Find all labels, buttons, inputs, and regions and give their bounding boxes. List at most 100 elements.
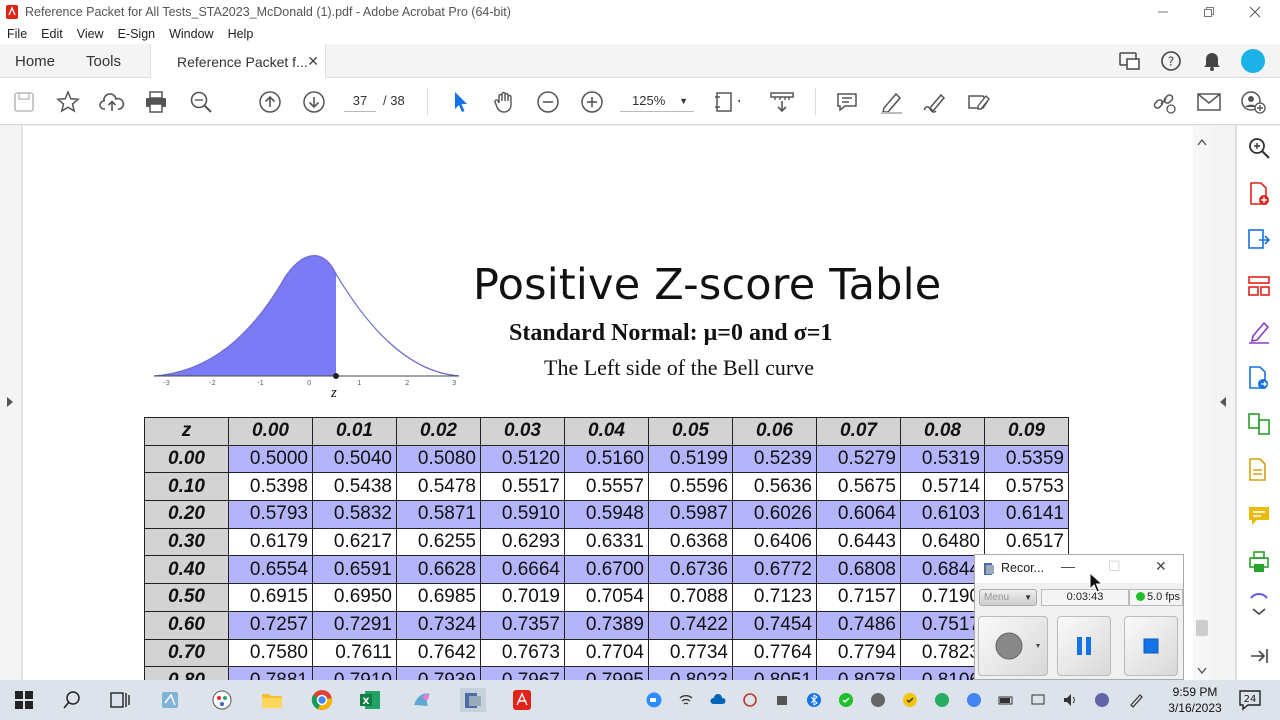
task-view-icon[interactable] bbox=[108, 688, 132, 712]
email-icon[interactable] bbox=[1195, 88, 1223, 116]
user-avatar[interactable] bbox=[1240, 48, 1266, 74]
display-tray-icon[interactable] bbox=[1030, 692, 1046, 708]
right-panel-toggle[interactable] bbox=[1211, 126, 1236, 680]
hand-tool-icon[interactable] bbox=[490, 88, 518, 116]
upload-cloud-icon[interactable] bbox=[98, 88, 126, 116]
recorder-close-icon[interactable]: ✕ bbox=[1155, 558, 1167, 575]
table-cell: 0.7357 bbox=[480, 610, 565, 640]
scroll-up-icon[interactable] bbox=[1197, 138, 1207, 146]
table-cell: 0.5871 bbox=[396, 500, 481, 529]
recorder-taskbar-icon[interactable] bbox=[460, 688, 486, 712]
recorder-menu-dropdown[interactable]: Menu ▼ bbox=[979, 589, 1037, 606]
zoom-app-tray-icon[interactable] bbox=[646, 692, 662, 708]
menu-edit[interactable]: Edit bbox=[41, 27, 63, 41]
zoom-level-select[interactable]: 125% ▼ bbox=[620, 90, 694, 112]
add-user-icon[interactable] bbox=[1239, 88, 1267, 116]
taskbar-paint-app-icon[interactable] bbox=[210, 688, 234, 712]
sync-tray-icon[interactable] bbox=[742, 692, 758, 708]
taskbar-search-icon[interactable] bbox=[60, 688, 84, 712]
table-cell: 0.6985 bbox=[396, 583, 481, 612]
table-cell: 0.5239 bbox=[732, 444, 817, 474]
security-tray-icon[interactable] bbox=[838, 692, 854, 708]
network-tray-icon[interactable] bbox=[870, 692, 886, 708]
notifications-bell-icon[interactable] bbox=[1199, 48, 1225, 74]
battery-tray-icon[interactable] bbox=[998, 692, 1014, 708]
taskbar-clock[interactable]: 9:59 PM 3/16/2023 bbox=[1160, 684, 1230, 716]
minimize-button[interactable] bbox=[1140, 0, 1186, 24]
close-window-button[interactable] bbox=[1232, 0, 1278, 24]
comment-icon[interactable] bbox=[833, 88, 861, 116]
help-icon[interactable]: ? bbox=[1158, 48, 1184, 74]
table-cell: 0.5910 bbox=[480, 500, 565, 529]
zoom-out-icon[interactable] bbox=[534, 88, 562, 116]
chrome-tray-icon[interactable] bbox=[966, 692, 982, 708]
recorder-minimize-icon[interactable]: — bbox=[1061, 558, 1075, 574]
create-pdf-icon[interactable] bbox=[1247, 182, 1271, 206]
bluetooth-tray-icon[interactable] bbox=[806, 692, 822, 708]
stop-button[interactable] bbox=[1124, 616, 1178, 676]
page-fit-icon[interactable] bbox=[712, 88, 740, 116]
tab-home[interactable]: Home bbox=[15, 44, 55, 78]
share-link-icon[interactable] bbox=[1150, 88, 1178, 116]
pen-tray-icon[interactable] bbox=[1128, 692, 1144, 708]
select-cursor-icon[interactable] bbox=[446, 88, 474, 116]
share-screen-icon[interactable] bbox=[1117, 48, 1143, 74]
scroll-down-icon[interactable] bbox=[1197, 667, 1207, 675]
norton-tray-icon[interactable] bbox=[902, 692, 918, 708]
tab-document[interactable]: Reference Packet f... ✕ bbox=[150, 44, 326, 79]
scroll-mode-icon[interactable] bbox=[768, 88, 796, 116]
green-app-tray-icon[interactable] bbox=[934, 692, 950, 708]
draw-freehand-icon[interactable] bbox=[921, 88, 949, 116]
recorder-title-bar[interactable]: Recor... — ☐ ✕ bbox=[975, 555, 1183, 583]
menu-window[interactable]: Window bbox=[169, 27, 213, 41]
menu-help[interactable]: Help bbox=[228, 27, 254, 41]
send-for-review-icon[interactable] bbox=[1247, 366, 1271, 390]
notification-center-icon[interactable]: 24 bbox=[1238, 688, 1262, 712]
scan-ocr-icon[interactable] bbox=[1247, 458, 1271, 482]
windows-start-icon[interactable] bbox=[12, 688, 36, 712]
previous-page-icon[interactable] bbox=[256, 88, 284, 116]
print-production-icon[interactable] bbox=[1247, 550, 1271, 574]
tab-tools[interactable]: Tools bbox=[86, 44, 121, 78]
save-icon[interactable] bbox=[10, 88, 38, 116]
acrobat-taskbar-icon[interactable] bbox=[510, 688, 534, 712]
usb-tray-icon[interactable] bbox=[774, 692, 790, 708]
table-cell: 0.7734 bbox=[648, 638, 733, 668]
zoom-search-icon[interactable] bbox=[187, 88, 215, 116]
wifi-tray-icon[interactable] bbox=[678, 692, 694, 708]
close-tab-icon[interactable]: ✕ bbox=[307, 53, 319, 70]
record-button[interactable] bbox=[978, 616, 1048, 676]
comment-tool-icon[interactable] bbox=[1247, 504, 1271, 528]
organize-pages-icon[interactable] bbox=[1247, 274, 1271, 298]
menu-file[interactable]: File bbox=[7, 27, 27, 41]
page-number-input[interactable]: 37 bbox=[344, 90, 376, 112]
collapse-panel-icon[interactable] bbox=[1247, 644, 1271, 668]
onedrive-tray-icon[interactable] bbox=[710, 692, 726, 708]
compare-files-icon[interactable] bbox=[1247, 412, 1271, 436]
paint-3d-icon[interactable] bbox=[410, 688, 434, 712]
menu-view[interactable]: View bbox=[77, 27, 104, 41]
next-page-icon[interactable] bbox=[300, 88, 328, 116]
volume-tray-icon[interactable] bbox=[1062, 692, 1078, 708]
table-cell: 0.6103 bbox=[900, 500, 985, 529]
taskbar-app-pinned-icon[interactable] bbox=[158, 688, 182, 712]
fill-sign-icon[interactable] bbox=[965, 88, 993, 116]
vertical-scrollbar[interactable] bbox=[1193, 126, 1211, 680]
zoom-in-icon[interactable] bbox=[578, 88, 606, 116]
pause-button[interactable] bbox=[1057, 616, 1111, 676]
restore-button[interactable] bbox=[1186, 0, 1232, 24]
fill-sign-tool-icon[interactable] bbox=[1247, 320, 1271, 344]
search-icon[interactable] bbox=[1247, 136, 1271, 160]
scroll-thumb[interactable] bbox=[1196, 620, 1208, 636]
print-icon[interactable] bbox=[142, 88, 170, 116]
file-explorer-icon[interactable] bbox=[260, 688, 284, 712]
bookmark-star-icon[interactable] bbox=[54, 88, 82, 116]
teams-tray-icon[interactable] bbox=[1094, 692, 1110, 708]
menu-esign[interactable]: E-Sign bbox=[118, 27, 156, 41]
left-panel-toggle[interactable] bbox=[0, 126, 22, 680]
highlight-pen-icon[interactable] bbox=[877, 88, 905, 116]
chrome-icon[interactable] bbox=[310, 688, 334, 712]
excel-icon[interactable]: X bbox=[358, 688, 382, 712]
more-tools-icon[interactable] bbox=[1247, 592, 1271, 616]
export-pdf-icon[interactable] bbox=[1247, 228, 1271, 252]
